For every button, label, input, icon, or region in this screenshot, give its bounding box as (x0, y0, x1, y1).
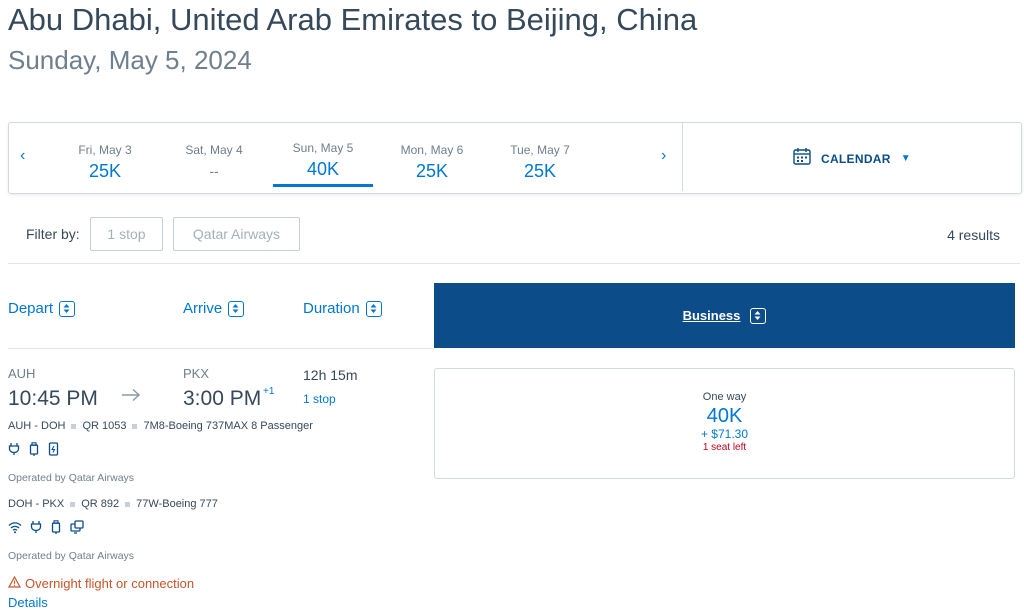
sort-depart-header[interactable]: Depart (8, 300, 76, 317)
segment-1-info: AUH - DOH QR 1053 7M8-Boeing 737MAX 8 Pass… (8, 420, 313, 432)
arrow-right-icon (121, 388, 141, 407)
date-tab-price: 25K (415, 161, 449, 181)
power-outlet-icon (30, 520, 42, 539)
date-tab-day: Tue, May 7 (510, 143, 570, 157)
separator-dot (125, 501, 131, 507)
divider (8, 263, 1020, 264)
segment-2-amenities (8, 520, 84, 539)
origin-code: AUH (8, 366, 36, 381)
business-label: Business (682, 308, 741, 323)
divider (682, 123, 683, 191)
date-tab-sat-may-4[interactable]: Sat, May 4 -- (164, 123, 264, 191)
segment-aircraft: 7M8-Boeing 737MAX 8 Passenger (143, 420, 313, 432)
overnight-warning: Overnight flight or connection (7, 575, 195, 591)
depart-time: 10:45 PM (8, 387, 98, 410)
travel-date: Sunday, May 5, 2024 (8, 45, 252, 75)
calendar-icon (793, 147, 811, 170)
date-tab-day: Sun, May 5 (292, 141, 354, 155)
segment-1-operator: Operated by Qatar Airways (8, 472, 135, 484)
segment-2-info: DOH - PKX QR 892 77W-Boeing 777 (8, 498, 218, 510)
sort-business-header[interactable]: Business (434, 283, 1015, 348)
power-outlet-icon (8, 442, 20, 461)
separator-dot (71, 423, 77, 429)
date-tab-price: 25K (88, 161, 122, 181)
segment-flight-number: QR 1053 (82, 420, 127, 432)
segment-flight-number: QR 892 (81, 498, 120, 510)
sort-duration-header[interactable]: Duration (303, 300, 382, 317)
entertainment-icon (70, 520, 84, 539)
segment-2-operator: Operated by Qatar Airways (8, 550, 135, 562)
details-link[interactable]: Details (8, 595, 48, 610)
sort-icon (59, 300, 76, 317)
divider (8, 348, 434, 349)
phone-charging-icon (48, 442, 59, 461)
usb-icon (50, 520, 62, 539)
results-count: 4 results (947, 227, 1000, 243)
filter-qatar-airways-button[interactable]: Qatar Airways (173, 217, 300, 251)
warning-text: Overnight flight or connection (25, 576, 195, 591)
date-tab-fri-may-3[interactable]: Fri, May 3 25K (55, 123, 155, 191)
page-title: Abu Dhabi, United Arab Emirates to Beiji… (8, 2, 698, 37)
arrive-label: Arrive (183, 300, 223, 317)
date-tab-price: 25K (523, 161, 557, 181)
sort-icon (365, 300, 382, 317)
segment-route: AUH - DOH (8, 420, 66, 432)
depart-label: Depart (8, 300, 54, 317)
arrive-time: 3:00 PM (183, 387, 262, 410)
date-tab-price: -- (209, 163, 219, 179)
date-tab-price: 40K (306, 159, 340, 179)
destination-code: PKX (183, 366, 210, 381)
fare-points: 40K (706, 405, 743, 427)
date-tab-day: Mon, May 6 (400, 143, 464, 157)
chevron-left-icon[interactable]: ‹ (20, 147, 25, 165)
segment-1-amenities (8, 442, 59, 461)
fare-taxes: + $71.30 (700, 427, 749, 441)
sort-icon (750, 307, 767, 324)
calendar-label: CALENDAR (821, 151, 891, 166)
sort-arrive-header[interactable]: Arrive (183, 300, 245, 317)
separator-dot (70, 501, 76, 507)
day-offset-badge: +1 (263, 386, 275, 397)
date-tab-day: Sat, May 4 (185, 143, 243, 157)
segment-route: DOH - PKX (8, 498, 65, 510)
seats-left: 1 seat left (702, 442, 747, 453)
filter-by-label: Filter by: (26, 226, 80, 242)
sort-icon (228, 300, 245, 317)
segment-aircraft: 77W-Boeing 777 (136, 498, 218, 510)
date-tab-day: Fri, May 3 (78, 143, 132, 157)
separator-dot (132, 423, 138, 429)
date-selector-bar: ‹ Fri, May 3 25K Sat, May 4 -- Sun, May … (8, 122, 1022, 194)
caret-down-icon: ▼ (900, 153, 911, 164)
chevron-right-icon[interactable]: › (661, 147, 666, 165)
filter-1-stop-button[interactable]: 1 stop (90, 217, 163, 251)
stops-link[interactable]: 1 stop (303, 392, 336, 406)
warning-icon (7, 575, 22, 591)
calendar-button[interactable]: CALENDAR ▼ (793, 147, 911, 170)
date-tab-sun-may-5[interactable]: Sun, May 5 40K (273, 123, 373, 191)
date-tab-tue-may-7[interactable]: Tue, May 7 25K (490, 123, 590, 191)
duration-label: Duration (303, 300, 360, 317)
wifi-icon (8, 520, 22, 539)
selected-date-underline (273, 184, 373, 187)
date-tab-mon-may-6[interactable]: Mon, May 6 25K (382, 123, 482, 191)
fare-type: One way (702, 391, 747, 403)
flight-duration: 12h 15m (303, 367, 358, 383)
usb-icon (28, 442, 40, 461)
business-fare-card[interactable]: One way 40K + $71.30 1 seat left (434, 368, 1015, 479)
